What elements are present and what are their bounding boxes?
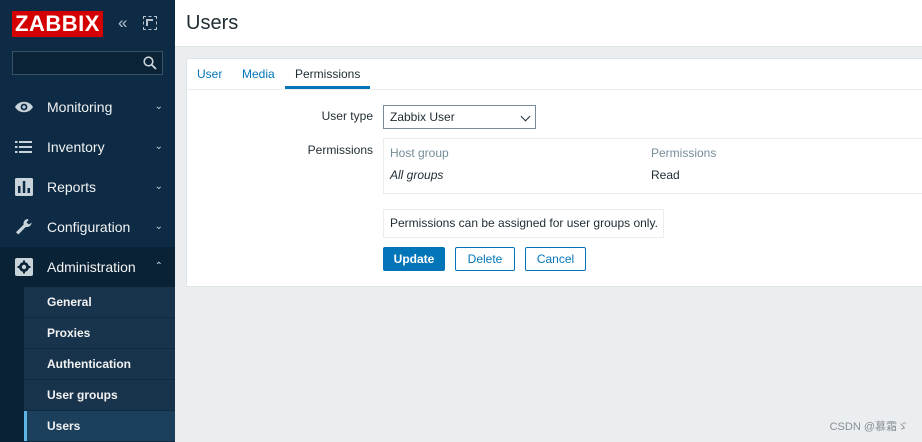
nav-inventory-label: Inventory (47, 139, 105, 155)
page-header: Users (175, 0, 922, 47)
watermark: CSDN @慕霜ゞ (829, 421, 908, 433)
administration-submenu: General Proxies Authentication User grou… (0, 287, 175, 442)
gear-icon (15, 258, 33, 276)
user-form-panel: User Media Permissions User type Zabbix … (186, 58, 922, 287)
chevron-down-icon: ⌄ (154, 221, 163, 232)
chevron-up-icon: ⌃ (154, 261, 163, 272)
tab-permissions[interactable]: Permissions (295, 67, 360, 81)
permissions-table: Host group Permissions All groups Read (383, 138, 922, 194)
cell-permission: Read (651, 168, 680, 182)
submenu-users[interactable]: Users (24, 411, 175, 442)
nav-monitoring-label: Monitoring (47, 99, 113, 115)
submenu-general[interactable]: General (24, 287, 175, 318)
cancel-button[interactable]: Cancel (525, 247, 586, 271)
nav-inventory[interactable]: Inventory ⌄ (0, 127, 175, 167)
chevron-down-icon: ⌄ (154, 181, 163, 192)
permissions-info-message: Permissions can be assigned for user gro… (383, 209, 664, 238)
nav-reports[interactable]: Reports ⌄ (0, 167, 175, 207)
list-icon (15, 141, 32, 153)
main-nav: Monitoring ⌄ Inventory ⌄ Reports ⌄ Confi… (0, 87, 175, 442)
search-box (12, 51, 163, 75)
permissions-label: Permissions (307, 143, 373, 157)
chevron-down-icon (520, 111, 531, 122)
nav-administration[interactable]: Administration ⌃ (0, 247, 175, 287)
column-header-permissions: Permissions (651, 146, 717, 160)
bar-chart-icon (15, 178, 33, 196)
user-type-value: Zabbix User (390, 110, 455, 124)
nav-reports-label: Reports (47, 179, 97, 195)
delete-button[interactable]: Delete (455, 247, 515, 271)
active-tab-indicator (285, 86, 370, 89)
chevron-down-icon: ⌄ (154, 141, 163, 152)
wrench-icon (16, 218, 32, 235)
chevron-down-icon: ⌄ (154, 101, 163, 112)
kiosk-mode-icon[interactable] (143, 16, 157, 30)
nav-administration-label: Administration (47, 259, 136, 275)
nav-monitoring[interactable]: Monitoring ⌄ (0, 87, 175, 127)
nav-configuration[interactable]: Configuration ⌄ (0, 207, 175, 247)
submenu-proxies[interactable]: Proxies (24, 318, 175, 349)
user-type-select[interactable]: Zabbix User (383, 105, 536, 129)
tab-bar: User Media Permissions (187, 59, 922, 90)
zabbix-logo[interactable]: ZABBIX (12, 11, 103, 37)
eye-icon (15, 101, 33, 113)
submenu-authentication[interactable]: Authentication (24, 349, 175, 380)
column-header-host-group: Host group (390, 146, 449, 160)
collapse-sidebar-icon[interactable]: « (118, 14, 134, 31)
page-title: Users (186, 12, 239, 34)
tab-user[interactable]: User (197, 67, 222, 81)
user-type-label: User type (321, 109, 373, 123)
search-icon[interactable] (143, 56, 157, 70)
nav-configuration-label: Configuration (47, 219, 131, 235)
sidebar-header: ZABBIX « (0, 0, 175, 48)
submenu-user-groups[interactable]: User groups (24, 380, 175, 411)
tab-media[interactable]: Media (242, 67, 275, 81)
cell-host-group: All groups (390, 168, 444, 182)
search-input[interactable] (13, 52, 138, 74)
sidebar: ZABBIX « Monitoring ⌄ Inventory ⌄ Report… (0, 0, 175, 442)
update-button[interactable]: Update (383, 247, 445, 271)
